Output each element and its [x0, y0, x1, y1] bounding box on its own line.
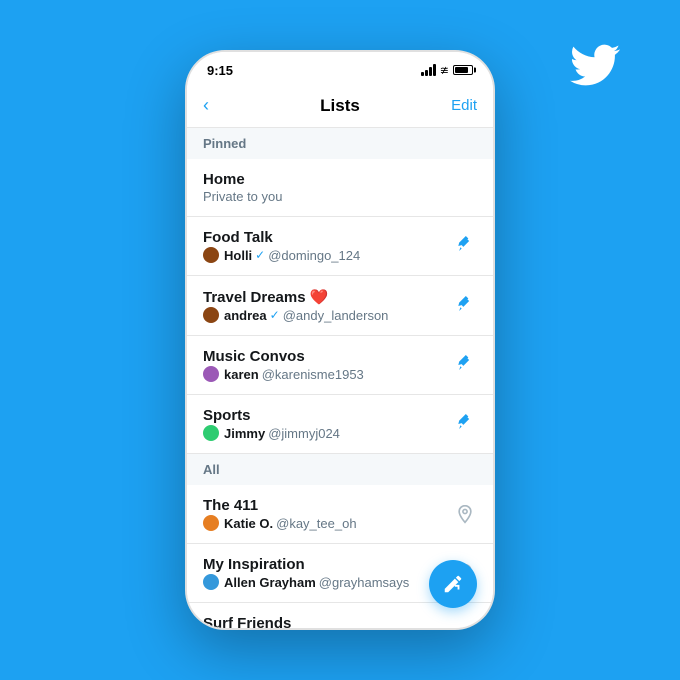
pin-filled-icon[interactable]	[453, 353, 477, 377]
phone-frame: 9:15 ≇ ‹ Lists Edit Pinned Home	[185, 50, 495, 630]
list-item[interactable]: The 411 Katie O. @kay_tee_oh	[187, 485, 493, 544]
list-item-name: Sports	[203, 407, 453, 424]
avatar	[203, 425, 219, 441]
nav-title: Lists	[233, 96, 447, 116]
list-item-name: Music Convos	[203, 348, 453, 365]
list-item-content: Surf Friends Kian @naturelvr49	[203, 615, 477, 630]
list-item[interactable]: Travel Dreams ❤️ andrea ✓ @andy_landerso…	[187, 276, 493, 336]
edit-button[interactable]: Edit	[447, 97, 477, 114]
verified-icon: ✓	[255, 248, 265, 262]
list-item-content: Music Convos karen @karenisme1953	[203, 348, 453, 382]
list-item-subtitle: Holli ✓ @domingo_124	[203, 247, 453, 263]
nav-bar: ‹ Lists Edit	[187, 84, 493, 128]
list-item-content: Home Private to you	[203, 171, 477, 204]
create-list-fab[interactable]	[429, 560, 477, 608]
list-item-name: Surf Friends	[203, 615, 477, 630]
list-item-name: The 411	[203, 497, 453, 514]
battery-icon	[453, 65, 473, 75]
list-item[interactable]: Food Talk Holli ✓ @domingo_124	[187, 217, 493, 276]
all-section-header: All	[187, 454, 493, 485]
back-button[interactable]: ‹	[203, 95, 233, 116]
list-item-content: Travel Dreams ❤️ andrea ✓ @andy_landerso…	[203, 288, 453, 323]
avatar	[203, 574, 219, 590]
twitter-bird-icon	[565, 40, 625, 90]
avatar	[203, 366, 219, 382]
list-item-content: My Inspiration Allen Grayham @grayhamsay…	[203, 556, 453, 590]
pin-filled-icon[interactable]	[453, 412, 477, 436]
status-bar: 9:15 ≇	[187, 52, 493, 84]
list-item-content: Sports Jimmy @jimmyj024	[203, 407, 453, 441]
list-item-name: Food Talk	[203, 229, 453, 246]
pin-outline-icon[interactable]	[453, 502, 477, 526]
list-item-subtitle: Allen Grayham @grayhamsays	[203, 574, 453, 590]
list-item[interactable]: Sports Jimmy @jimmyj024	[187, 395, 493, 454]
avatar	[203, 307, 219, 323]
list-item-subtitle: Private to you	[203, 189, 477, 204]
list-item[interactable]: Music Convos karen @karenisme1953	[187, 336, 493, 395]
list-item-subtitle: karen @karenisme1953	[203, 366, 453, 382]
status-time: 9:15	[207, 63, 233, 78]
status-icons: ≇	[421, 64, 473, 77]
list-item-subtitle: Katie O. @kay_tee_oh	[203, 515, 453, 531]
list-item-content: Food Talk Holli ✓ @domingo_124	[203, 229, 453, 263]
list-item-name: My Inspiration	[203, 556, 453, 573]
list-item-name: Home	[203, 171, 477, 188]
list-item-subtitle: Jimmy @jimmyj024	[203, 425, 453, 441]
lists-content: Pinned Home Private to you Food Talk Hol…	[187, 128, 493, 630]
verified-icon: ✓	[270, 308, 280, 322]
list-item-subtitle: andrea ✓ @andy_landerson	[203, 307, 453, 323]
wifi-icon: ≇	[440, 64, 449, 77]
pin-filled-icon[interactable]	[453, 234, 477, 258]
avatar	[203, 515, 219, 531]
signal-icon	[421, 64, 436, 76]
list-item-name: Travel Dreams ❤️	[203, 288, 453, 306]
list-item[interactable]: Home Private to you	[187, 159, 493, 217]
avatar	[203, 247, 219, 263]
list-item-content: The 411 Katie O. @kay_tee_oh	[203, 497, 453, 531]
pin-filled-icon[interactable]	[453, 294, 477, 318]
pinned-section-header: Pinned	[187, 128, 493, 159]
